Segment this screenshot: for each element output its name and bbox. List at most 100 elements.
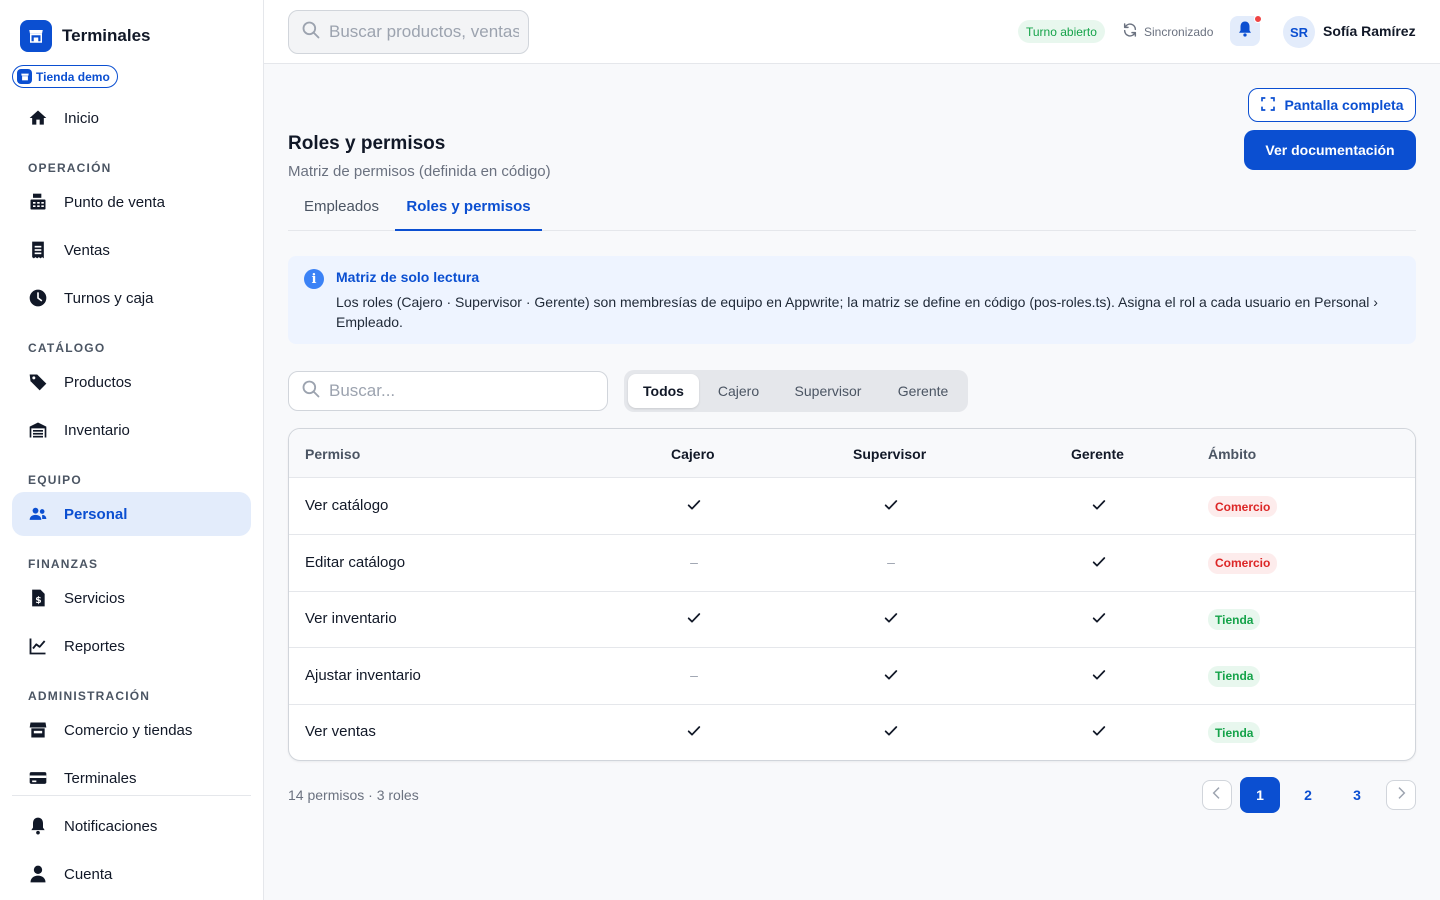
svg-text:$: $ (35, 595, 41, 606)
brand-title: Terminales (62, 26, 151, 45)
pagination-page-3[interactable]: 3 (1337, 777, 1377, 813)
sidebar-item-productos[interactable]: Productos (12, 360, 251, 404)
bell-icon (1236, 20, 1254, 43)
role-filter-cajero[interactable]: Cajero (703, 374, 774, 408)
store-logo-icon (20, 20, 52, 52)
fullscreen-button[interactable]: Pantalla completa (1248, 88, 1416, 122)
view-docs-button[interactable]: Ver documentación (1244, 130, 1416, 170)
tab-bar: Empleados Roles y permisos (288, 192, 1416, 231)
scope-badge: Comercio (1208, 552, 1278, 574)
permission-search[interactable] (288, 371, 608, 411)
sidebar-item-label: Inicio (64, 109, 100, 127)
credit-card-icon (28, 768, 48, 788)
receipt-icon (28, 240, 48, 260)
permissions-count: 14 permisos · 3 roles (288, 787, 419, 803)
avatar[interactable]: SR (1283, 16, 1315, 48)
global-search[interactable] (288, 10, 529, 54)
check-icon (881, 721, 901, 741)
table-row: Ajustar inventario – Tienda (289, 648, 1415, 705)
tab-roles-y-permisos[interactable]: Roles y permisos (395, 192, 542, 231)
check-icon (684, 721, 704, 741)
store-selector-badge[interactable]: Tienda demo (12, 65, 118, 88)
table-header: Permiso Cajero Supervisor Gerente Ámbito (289, 429, 1415, 478)
sidebar-item-label: Comercio y tiendas (64, 721, 193, 739)
check-icon (1089, 608, 1109, 628)
search-icon (301, 379, 321, 404)
nav-section-finanzas: FINANZAS (28, 557, 99, 571)
check-icon (684, 495, 704, 515)
permission-name: Editar catálogo (305, 553, 406, 571)
sidebar-item-terminales[interactable]: Terminales (12, 756, 251, 800)
pagination-page-1[interactable]: 1 (1240, 777, 1280, 813)
pagination-page-2[interactable]: 2 (1288, 777, 1328, 813)
permission-name: Ver catálogo (305, 497, 389, 514)
cash-register-icon (28, 192, 48, 212)
home-icon (28, 108, 48, 128)
check-icon (1089, 665, 1109, 685)
sync-status-label: Sincronizado (1144, 24, 1214, 39)
pagination-next-button[interactable] (1386, 780, 1416, 810)
pagination-prev-button[interactable] (1202, 780, 1232, 810)
scope-badge: Tienda (1208, 609, 1261, 631)
tag-icon (28, 372, 48, 392)
nav-section-operacion: OPERACIÓN (28, 161, 112, 175)
warehouse-icon (28, 420, 48, 440)
sidebar-item-punto-de-venta[interactable]: Punto de venta (12, 180, 251, 224)
search-icon (301, 20, 321, 45)
scope-badge: Tienda (1208, 665, 1261, 687)
role-filter-supervisor[interactable]: Supervisor (780, 374, 876, 408)
sidebar-divider (12, 795, 251, 796)
info-icon: i (304, 269, 324, 289)
check-icon (1089, 552, 1109, 572)
page-title: Roles y permisos (288, 133, 446, 154)
chevron-right-icon (1393, 785, 1409, 806)
alert-body: Los roles (Cajero · Supervisor · Gerente… (336, 294, 1378, 330)
sidebar-item-personal[interactable]: Personal (12, 492, 251, 536)
sidebar-item-turnos-y-caja[interactable]: Turnos y caja (12, 276, 251, 320)
sidebar-item-cuenta[interactable]: Cuenta (12, 852, 251, 896)
store-icon (17, 69, 32, 84)
scope-badge: Tienda (1208, 722, 1261, 744)
sidebar-item-label: Terminales (64, 769, 137, 787)
permission-name: Ver ventas (305, 723, 376, 741)
role-filter-gerente[interactable]: Gerente (882, 374, 964, 408)
chevron-left-icon (1209, 785, 1225, 806)
permission-search-input[interactable] (329, 381, 589, 401)
sidebar-item-ventas[interactable]: Ventas (12, 228, 251, 272)
nav-section-equipo: EQUIPO (28, 473, 82, 487)
refresh-icon (1122, 22, 1138, 41)
tab-empleados[interactable]: Empleados (288, 192, 395, 231)
sidebar-item-label: Personal (64, 505, 128, 523)
sidebar-item-label: Cuenta (64, 865, 113, 883)
sidebar-item-label: Turnos y caja (64, 289, 154, 307)
sidebar-item-servicios[interactable]: $ Servicios (12, 576, 251, 620)
invoice-dollar-icon: $ (28, 588, 48, 608)
bell-icon (28, 816, 48, 836)
notifications-button[interactable] (1230, 15, 1262, 46)
sidebar-item-label: Punto de venta (64, 193, 165, 211)
check-icon (881, 608, 901, 628)
sidebar-item-label: Servicios (64, 589, 125, 607)
global-search-input[interactable] (329, 22, 519, 42)
scope-badge: Comercio (1208, 496, 1278, 517)
check-icon (881, 495, 901, 515)
brand[interactable]: Terminales (20, 20, 151, 52)
sidebar-item-label: Notificaciones (64, 817, 158, 835)
line-chart-icon (28, 636, 48, 656)
column-gerente: Gerente (1071, 446, 1124, 462)
sidebar-item-inventario[interactable]: Inventario (12, 408, 251, 452)
sidebar-item-inicio[interactable]: Inicio (12, 96, 251, 140)
check-icon (881, 665, 901, 685)
sidebar-item-reportes[interactable]: Reportes (12, 624, 251, 668)
sidebar-item-comercio-y-tiendas[interactable]: Comercio y tiendas (12, 708, 251, 752)
sidebar-item-label: Reportes (64, 637, 125, 655)
dash-cell: – (690, 553, 698, 570)
user-name[interactable]: Sofía Ramírez (1323, 23, 1416, 39)
role-filter-todos[interactable]: Todos (628, 374, 699, 408)
fullscreen-button-label: Pantalla completa (1284, 97, 1404, 113)
permissions-table: Permiso Cajero Supervisor Gerente Ámbito… (288, 428, 1416, 761)
sidebar-item-notificaciones[interactable]: Notificaciones (12, 804, 251, 848)
dash-cell: – (690, 666, 698, 683)
page-subtitle: Matriz de permisos (definida en código) (288, 163, 551, 180)
table-row: Ver catálogo Comercio (289, 478, 1415, 535)
